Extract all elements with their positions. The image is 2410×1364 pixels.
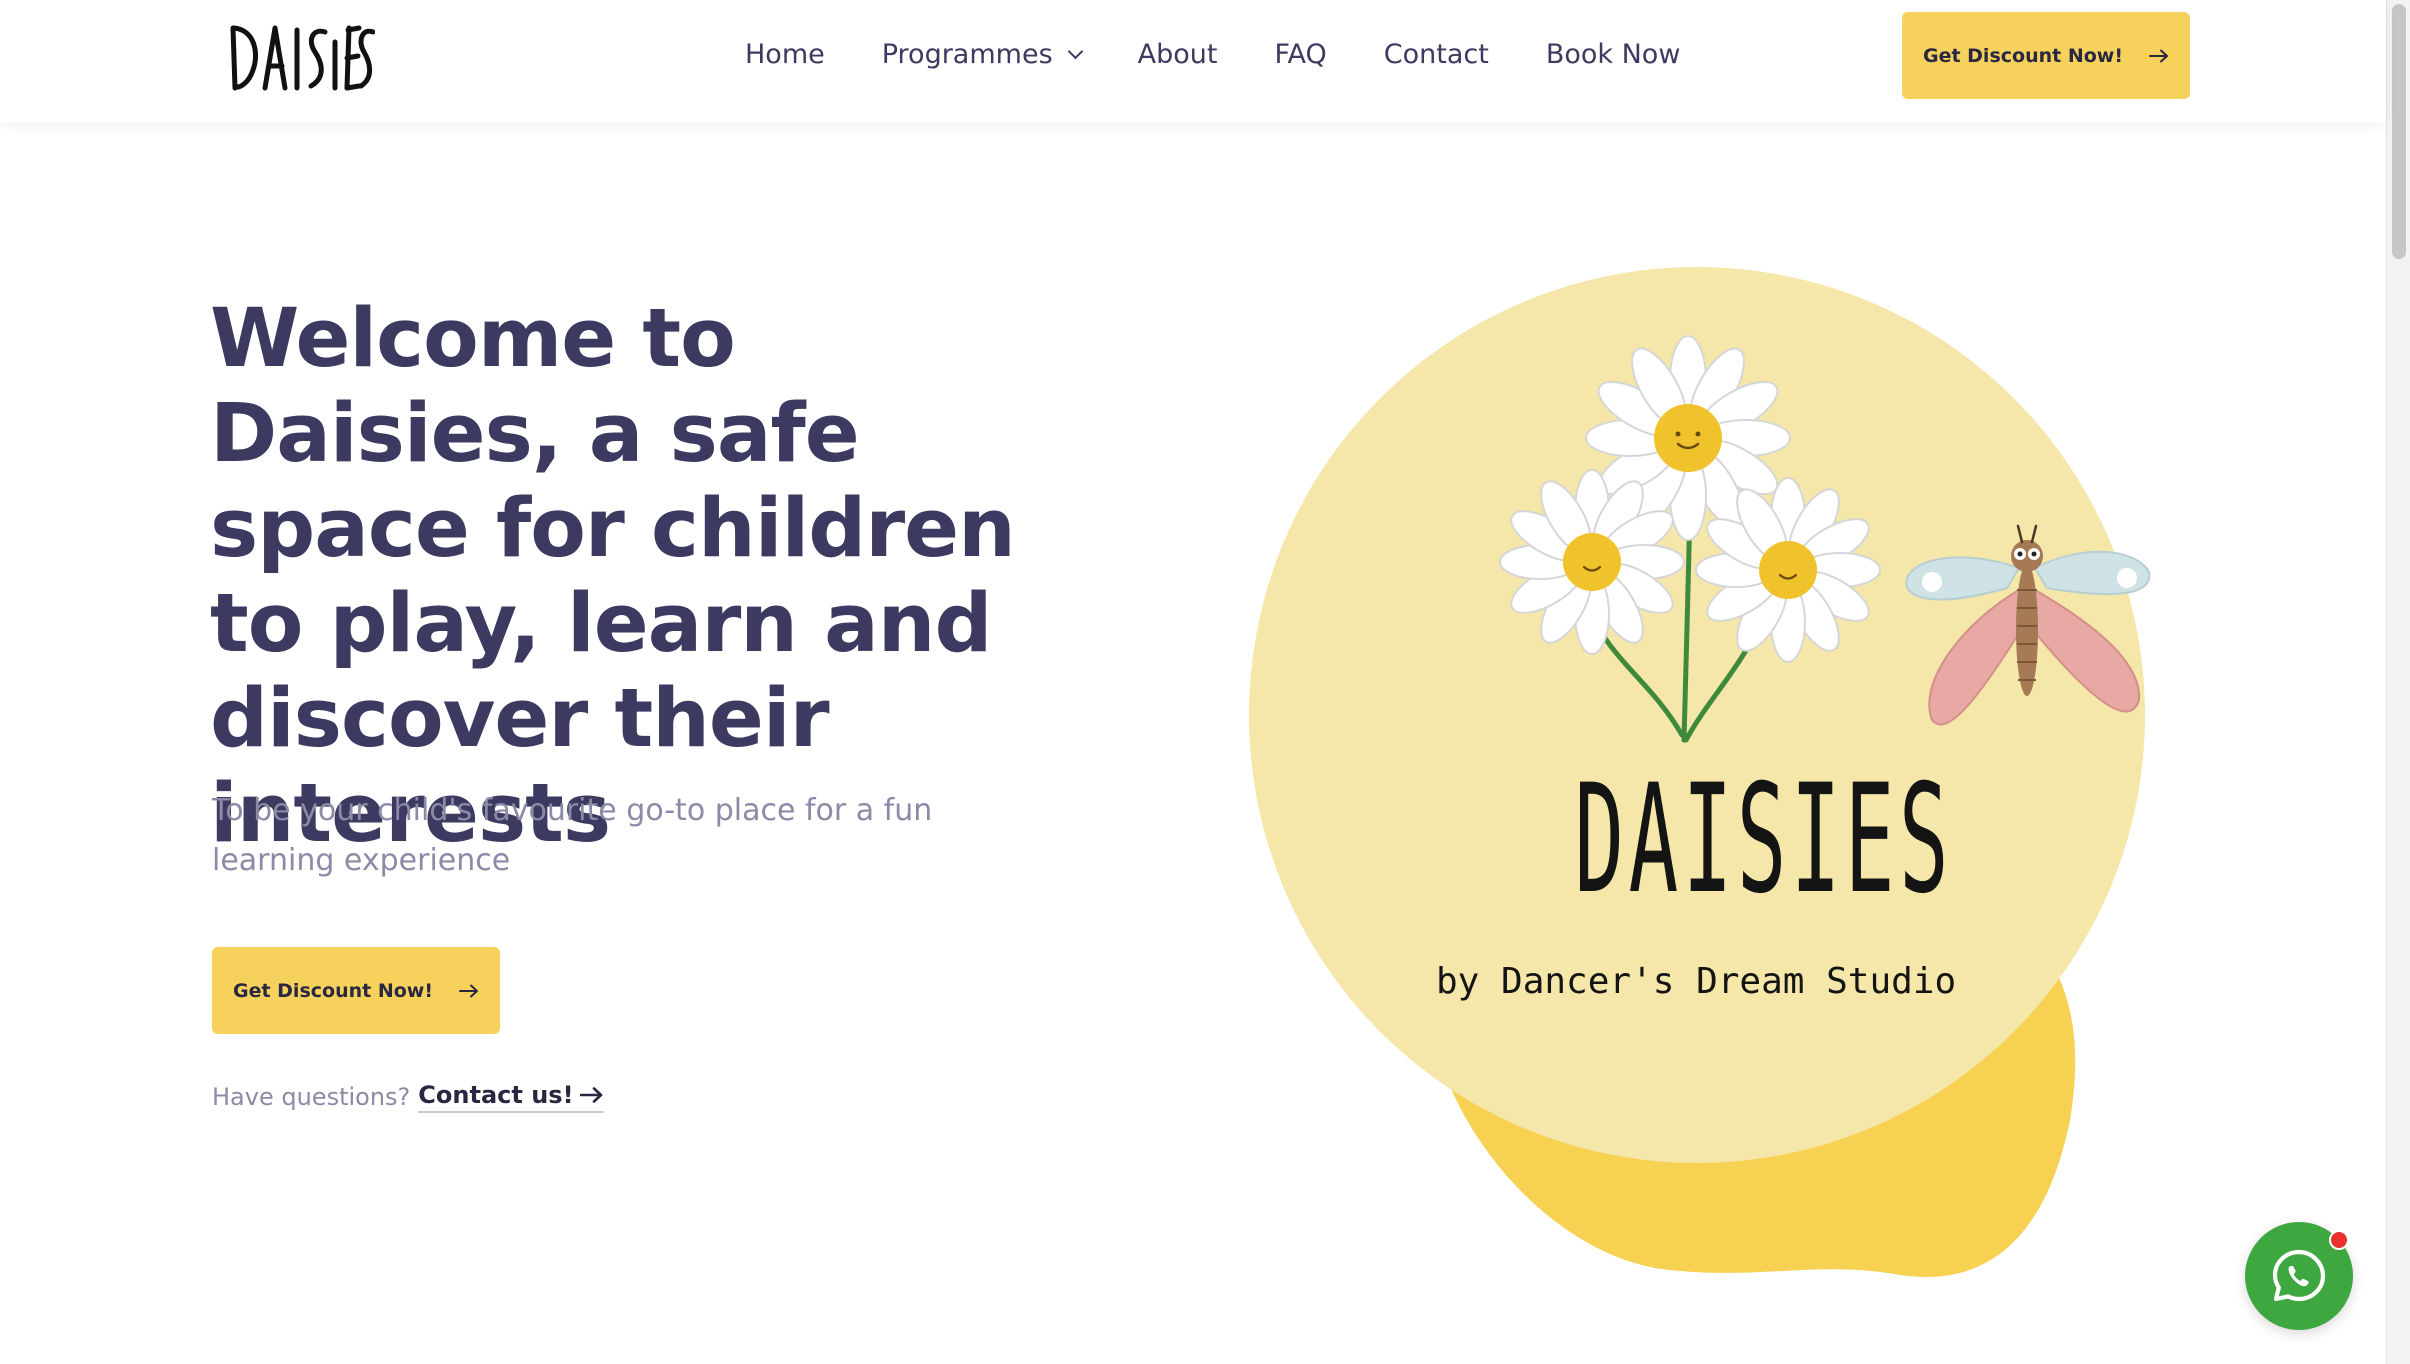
arrow-right-icon [579, 1087, 604, 1103]
hero-title: Welcome to Daisies, a safe space for chi… [210, 292, 1016, 861]
hero-get-discount-button[interactable]: Get Discount Now! [212, 947, 500, 1034]
arrow-right-icon [2149, 49, 2169, 63]
header-get-discount-button[interactable]: Get Discount Now! [1902, 12, 2190, 99]
nav-home[interactable]: Home [745, 34, 825, 74]
nav-about[interactable]: About [1138, 34, 1218, 74]
nav-faq-label: FAQ [1274, 38, 1327, 70]
nav-faq[interactable]: FAQ [1274, 34, 1326, 74]
hero-cta-label: Get Discount Now! [232, 979, 433, 1002]
nav-contact-label: Contact [1383, 38, 1489, 70]
daisies-logo[interactable] [225, 14, 375, 96]
whatsapp-icon [2269, 1246, 2329, 1306]
site-header: Home Programmes About FAQ Contact Book N… [0, 0, 2386, 122]
main-nav: Home Programmes About FAQ Contact Book N… [745, 34, 1680, 74]
questions-prefix: Have questions? [212, 1083, 411, 1111]
header-cta-label: Get Discount Now! [1922, 44, 2123, 67]
illustration-brand-name: DAISIES [1574, 753, 1953, 927]
illustration-tagline: by Dancer's Dream Studio [1436, 961, 1957, 1002]
nav-about-label: About [1137, 38, 1218, 70]
notification-dot [2329, 1230, 2349, 1250]
questions-line: Have questions? Contact us! [212, 1079, 604, 1115]
nav-book-now[interactable]: Book Now [1546, 34, 1681, 74]
nav-programmes[interactable]: Programmes [881, 34, 1083, 74]
contact-us-link[interactable]: Contact us! [418, 1081, 604, 1113]
page-scrollbar[interactable] [2386, 0, 2410, 1364]
nav-home-label: Home [745, 38, 825, 70]
arrow-right-icon [459, 984, 479, 998]
nav-book-now-label: Book Now [1545, 38, 1681, 70]
contact-us-label: Contact us! [418, 1081, 574, 1109]
nav-programmes-label: Programmes [881, 38, 1053, 70]
hero-subtitle: To be your child's favourite go-to place… [212, 793, 933, 878]
chevron-down-icon [1067, 43, 1083, 59]
whatsapp-chat-button[interactable] [2245, 1222, 2353, 1330]
nav-contact[interactable]: Contact [1384, 34, 1489, 74]
scrollbar-thumb[interactable] [2392, 4, 2406, 259]
